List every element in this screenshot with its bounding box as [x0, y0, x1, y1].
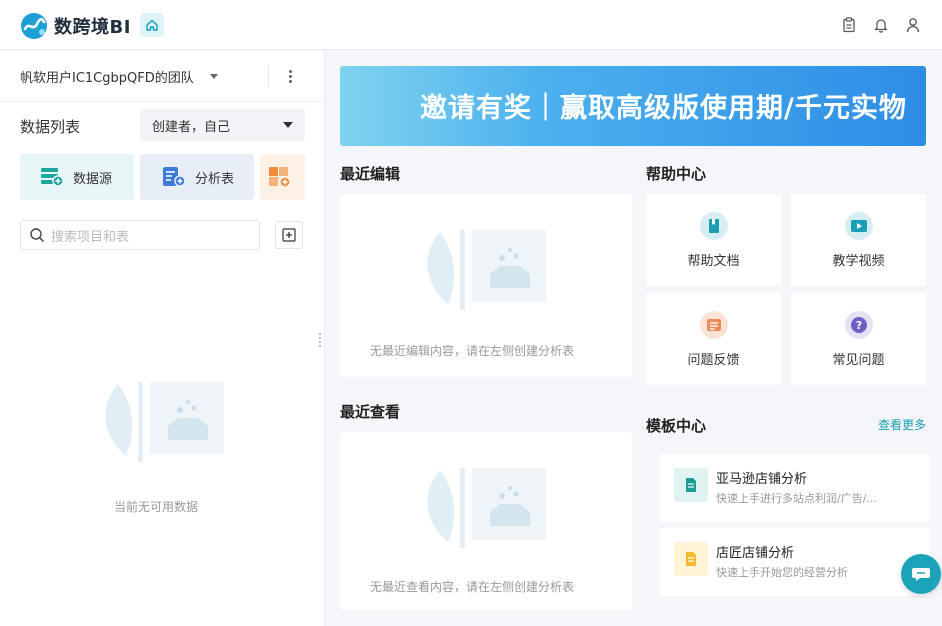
svg-text:?: ?	[855, 319, 861, 332]
bell-icon[interactable]	[872, 16, 890, 34]
banner-text: 邀请有奖｜赢取高级版使用期/千元实物	[420, 93, 907, 124]
template-doc-icon	[674, 542, 708, 576]
feedback-label: 问题反馈	[687, 352, 740, 368]
chat-icon	[912, 568, 930, 581]
tutorial-video-card[interactable]: 教学视频	[791, 194, 926, 286]
empty-illustration	[427, 230, 546, 310]
app-brand: 数跨境BI	[54, 17, 131, 38]
divider	[268, 65, 269, 87]
video-icon	[844, 211, 873, 240]
recent-edit-empty-text: 无最近编辑内容，请在左侧创建分析表	[370, 344, 575, 358]
left-panel: 帆软用户IC1CgbpQFD的团队 数据列表 创建者，自己 数据源 分析表 搜索…	[0, 51, 325, 626]
search-input[interactable]: 搜索项目和表	[20, 220, 260, 250]
template-desc: 快速上手开始您的经营分析	[716, 566, 848, 579]
clipboard-icon[interactable]	[840, 16, 858, 34]
question-icon: ?	[844, 310, 873, 339]
home-button[interactable]	[140, 13, 164, 37]
faq-card[interactable]: ? 常见问题	[791, 293, 926, 385]
feedback-icon	[699, 310, 728, 339]
creator-filter-select[interactable]: 创建者，自己	[140, 109, 305, 141]
recent-edit-title: 最近编辑	[340, 165, 401, 183]
logo-icon	[21, 13, 47, 39]
user-icon[interactable]	[904, 16, 922, 34]
faq-label: 常见问题	[832, 352, 885, 368]
caret-down-icon	[209, 74, 218, 79]
caret-down-icon	[283, 122, 293, 128]
template-name: 亚马逊店铺分析	[716, 472, 808, 487]
top-bar: 数跨境BI	[0, 0, 942, 50]
create-datasource-button[interactable]: 数据源	[20, 154, 134, 200]
home-icon	[146, 19, 158, 31]
help-center-title: 帮助中心	[646, 165, 707, 183]
feedback-card[interactable]: 问题反馈	[646, 293, 781, 385]
add-button[interactable]	[275, 221, 303, 249]
dashboard-icon	[268, 166, 292, 188]
team-name: 帆软用户IC1CgbpQFD的团队	[20, 71, 194, 86]
datasource-icon	[40, 166, 64, 188]
customer-service-button[interactable]	[901, 554, 941, 594]
empty-illustration	[105, 382, 224, 462]
tutorial-video-label: 教学视频	[832, 253, 885, 269]
create-analysis-button[interactable]: 分析表	[140, 154, 254, 200]
template-name: 店匠店铺分析	[716, 546, 795, 561]
search-icon	[30, 228, 45, 243]
template-center-title: 模板中心	[646, 417, 707, 435]
empty-illustration	[427, 468, 546, 548]
datasource-label: 数据源	[73, 171, 113, 187]
data-list-title: 数据列表	[20, 118, 81, 136]
recent-view-card: 无最近查看内容，请在左侧创建分析表	[340, 432, 632, 610]
template-item[interactable]: 店匠店铺分析 快速上手开始您的经营分析	[660, 528, 930, 596]
empty-data-text: 当前无可用数据	[114, 500, 199, 514]
recent-view-title: 最近查看	[340, 403, 401, 421]
team-selector[interactable]: 帆软用户IC1CgbpQFD的团队	[20, 67, 218, 86]
recent-view-empty-text: 无最近查看内容，请在左侧创建分析表	[370, 580, 575, 594]
analysis-label: 分析表	[195, 171, 235, 187]
resize-handle[interactable]	[319, 333, 321, 347]
search-placeholder: 搜索项目和表	[51, 229, 130, 245]
template-desc: 快速上手进行多站点利润/广告/...	[716, 492, 877, 505]
template-doc-icon	[674, 468, 708, 502]
document-icon	[699, 211, 728, 240]
promo-banner[interactable]: 邀请有奖｜赢取高级版使用期/千元实物	[340, 66, 926, 146]
creator-filter-value: 创建者，自己	[152, 119, 231, 135]
create-dashboard-button[interactable]	[260, 154, 305, 200]
divider	[0, 101, 325, 102]
see-more-link[interactable]: 查看更多	[878, 416, 926, 433]
help-docs-label: 帮助文档	[687, 253, 740, 269]
plus-square-icon	[282, 228, 296, 242]
more-options-icon[interactable]	[284, 66, 296, 86]
analysis-table-icon	[162, 166, 186, 188]
template-item[interactable]: 亚马逊店铺分析 快速上手进行多站点利润/广告/...	[660, 454, 930, 522]
recent-edit-card: 无最近编辑内容，请在左侧创建分析表	[340, 194, 632, 377]
help-docs-card[interactable]: 帮助文档	[646, 194, 781, 286]
